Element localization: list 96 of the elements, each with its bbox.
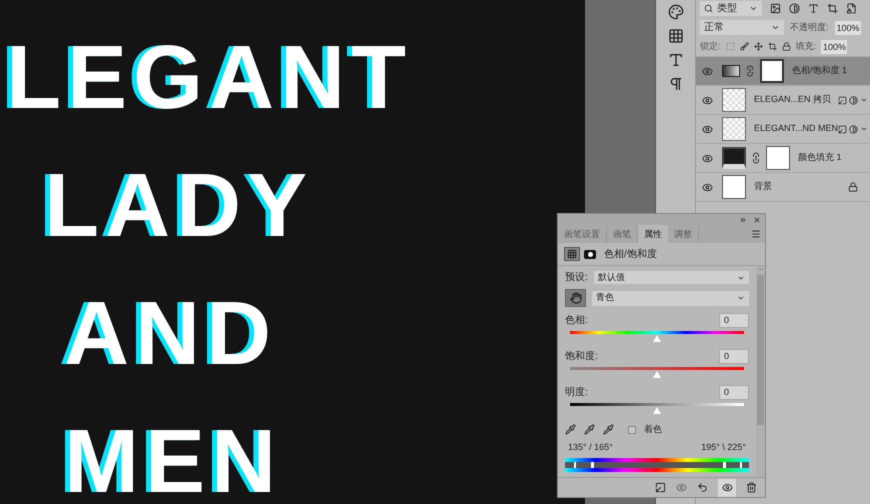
- hue-range-bar[interactable]: [565, 458, 749, 472]
- caret-icon[interactable]: [860, 96, 868, 104]
- move-icon[interactable]: [754, 42, 763, 51]
- colorize-label: 着色: [644, 423, 662, 436]
- preset-dropdown[interactable]: 默认值: [594, 271, 749, 284]
- trash-icon[interactable]: [746, 482, 757, 493]
- fill-label: 填充:: [796, 40, 816, 53]
- slider[interactable]: [570, 367, 744, 379]
- eyedropper-minus-icon[interactable]: [603, 424, 614, 436]
- colorize-checkbox[interactable]: [628, 426, 636, 434]
- layer-name: 背景: [754, 180, 773, 194]
- lock-icon: [848, 182, 858, 192]
- layer-name: 色相/饱和度 1: [792, 64, 848, 78]
- slider[interactable]: [570, 403, 744, 415]
- layer-row[interactable]: 色相/饱和度 1: [696, 57, 870, 86]
- glitch-text: AND: [64, 284, 277, 384]
- value-field[interactable]: 0: [719, 313, 749, 328]
- caret-icon: [737, 294, 745, 302]
- glitch-text: MEN: [64, 412, 282, 504]
- caret-icon: [749, 4, 758, 13]
- slider-label: 明度:: [565, 386, 588, 400]
- eye-icon[interactable]: [702, 124, 712, 134]
- search-icon: [704, 4, 713, 13]
- menu-icon[interactable]: [751, 229, 761, 239]
- range-label: 135° / 165°: [568, 440, 613, 454]
- checker-icon[interactable]: [726, 42, 735, 51]
- crop-icon[interactable]: [827, 3, 838, 14]
- channel-dropdown[interactable]: 青色: [592, 290, 749, 306]
- reset-icon[interactable]: [697, 482, 708, 493]
- layer-thumbnail: [722, 175, 746, 199]
- scrollbar[interactable]: [756, 266, 765, 477]
- slider-label: 色相:: [565, 314, 588, 328]
- eye-icon[interactable]: [702, 152, 712, 164]
- filter-dropdown[interactable]: 类型: [700, 1, 762, 16]
- view-previous-icon[interactable]: [676, 482, 687, 493]
- text-tool-icon[interactable]: [668, 52, 684, 68]
- adjustment-icon: [722, 65, 740, 77]
- layer-name: 颜色填充 1: [798, 151, 843, 164]
- palette-icon[interactable]: [668, 4, 684, 20]
- mask-icon[interactable]: [584, 250, 596, 258]
- caret-icon[interactable]: [860, 125, 868, 133]
- link-icon: [744, 65, 756, 77]
- smart-object-icon: [838, 96, 848, 104]
- value-field[interactable]: 0: [719, 349, 749, 364]
- opacity-label: 不透明度:: [790, 20, 829, 34]
- visibility-button[interactable]: [718, 478, 736, 496]
- value-field[interactable]: 0: [719, 385, 749, 400]
- brush-icon[interactable]: [740, 42, 749, 51]
- caret-icon: [771, 23, 780, 32]
- slider[interactable]: [570, 331, 744, 343]
- slider-label: 饱和度:: [565, 350, 598, 364]
- range-label: 195° \ 225°: [701, 440, 746, 454]
- slider-thumb[interactable]: [653, 407, 661, 414]
- mask-thumbnail: [766, 146, 790, 170]
- text-icon[interactable]: [808, 3, 819, 14]
- clip-icon[interactable]: [655, 482, 666, 493]
- layer-name: ELEGANT...ND MEN: [754, 122, 838, 136]
- mask-thumbnail: [760, 59, 784, 83]
- slider-thumb[interactable]: [653, 335, 661, 342]
- preset-label: 预设:: [565, 271, 588, 285]
- file-lock-icon[interactable]: [846, 3, 857, 14]
- eye-icon[interactable]: [702, 66, 712, 76]
- eye-icon[interactable]: [702, 94, 712, 106]
- targeted-adjustment-button[interactable]: [565, 289, 586, 307]
- slider-thumb[interactable]: [653, 371, 661, 378]
- lock-label: 锁定:: [700, 40, 721, 53]
- link-icon: [750, 152, 762, 164]
- eyedropper-icon[interactable]: [565, 424, 576, 436]
- collapse-icon[interactable]: [739, 216, 747, 224]
- glitch-text: LEGANT: [6, 28, 412, 128]
- layer-row[interactable]: ELEGAN...EN 拷贝: [696, 86, 870, 115]
- hand-icon: [570, 292, 582, 304]
- adjustment-icon[interactable]: [564, 247, 580, 261]
- layer-name: ELEGAN...EN 拷贝: [754, 93, 832, 106]
- fill-field[interactable]: 100%: [821, 40, 848, 54]
- smart-object-icon: [838, 124, 848, 134]
- layer-row[interactable]: 背景: [696, 173, 870, 202]
- grid-icon[interactable]: [668, 28, 684, 44]
- panel-tab[interactable]: 属性: [638, 225, 668, 243]
- eye-icon: [722, 482, 732, 493]
- layer-thumbnail: [722, 88, 746, 112]
- eyedropper-plus-icon[interactable]: [584, 424, 595, 436]
- blend-mode-dropdown[interactable]: 正常: [700, 20, 784, 35]
- image-icon[interactable]: [770, 3, 781, 14]
- layer-thumbnail: [722, 117, 746, 141]
- pilcrow-icon[interactable]: [668, 76, 684, 92]
- layer-row[interactable]: ELEGANT...ND MEN: [696, 115, 870, 144]
- panel-title: 色相/饱和度: [604, 248, 657, 262]
- artboard-icon[interactable]: [768, 42, 777, 51]
- layer-row[interactable]: 颜色填充 1: [696, 144, 870, 173]
- glitch-text: LADY: [44, 156, 313, 256]
- opacity-field[interactable]: 100%: [834, 20, 861, 34]
- fill-thumbnail: [722, 147, 746, 169]
- lock-icon[interactable]: [782, 42, 791, 51]
- close-icon[interactable]: [753, 216, 761, 224]
- eye-icon[interactable]: [702, 182, 712, 192]
